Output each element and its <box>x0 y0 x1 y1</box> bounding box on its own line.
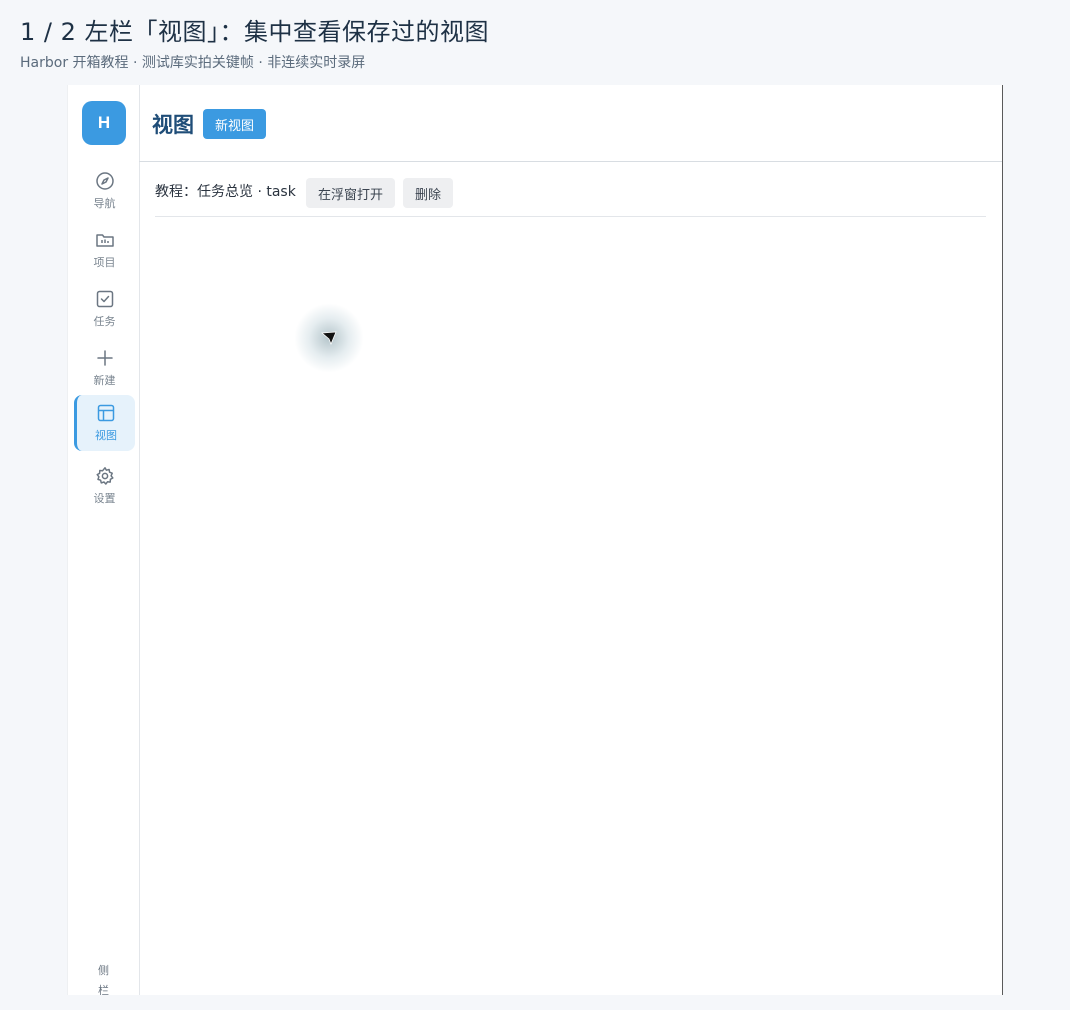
list-item: 教程：任务总览 · task 在浮窗打开 删除 <box>155 177 986 217</box>
sidebar-item-label: 导航 <box>93 197 116 210</box>
mouse-cursor-icon <box>294 303 364 373</box>
sidebar-item-settings[interactable]: 设置 <box>74 458 135 514</box>
sidebar-item-projects[interactable]: 项目 <box>74 222 135 278</box>
page-heading: 1 / 2 左栏「视图」：集中查看保存过的视图 <box>20 18 490 46</box>
page-subheading: Harbor 开箱教程 · 测试库实拍关键帧 · 非连续实时录屏 <box>20 55 366 71</box>
sidebar-item-tasks[interactable]: 任务 <box>74 281 135 337</box>
app-window: H 导航 项目 任务 新建 视图 设置 侧 栏 视图 新视图 教程：任务总览 ·… <box>67 85 1003 995</box>
open-in-float-button[interactable]: 在浮窗打开 <box>306 178 396 208</box>
main-content: 视图 新视图 教程：任务总览 · task 在浮窗打开 删除 <box>139 85 1002 995</box>
folder-icon <box>95 230 115 250</box>
app-logo[interactable]: H <box>82 101 126 145</box>
sidebar-item-views[interactable]: 视图 <box>74 395 135 451</box>
sidebar-item-label: 设置 <box>93 492 116 505</box>
plus-icon <box>95 348 115 368</box>
sidebar-item-new[interactable]: 新建 <box>74 340 135 396</box>
new-view-button[interactable]: 新视图 <box>203 109 267 139</box>
layout-icon <box>96 403 116 423</box>
sidebar-item-label: 新建 <box>93 374 116 387</box>
page-title: 视图 <box>152 113 194 137</box>
gear-icon <box>95 466 115 486</box>
sidebar-item-label: 项目 <box>93 256 116 269</box>
sidebar-collapse-toggle[interactable]: 侧 栏 <box>68 961 139 995</box>
compass-icon <box>95 171 115 191</box>
view-name[interactable]: 教程：任务总览 · task <box>155 177 296 208</box>
sidebar-item-label: 视图 <box>95 429 117 442</box>
delete-button[interactable]: 删除 <box>403 178 454 208</box>
sidebar: H 导航 项目 任务 新建 视图 设置 侧 栏 <box>67 85 140 995</box>
checkbox-icon <box>95 289 115 309</box>
sidebar-item-label: 任务 <box>93 315 116 328</box>
sidebar-item-navigation[interactable]: 导航 <box>74 163 135 219</box>
page-header: 视图 新视图 <box>139 85 1002 162</box>
